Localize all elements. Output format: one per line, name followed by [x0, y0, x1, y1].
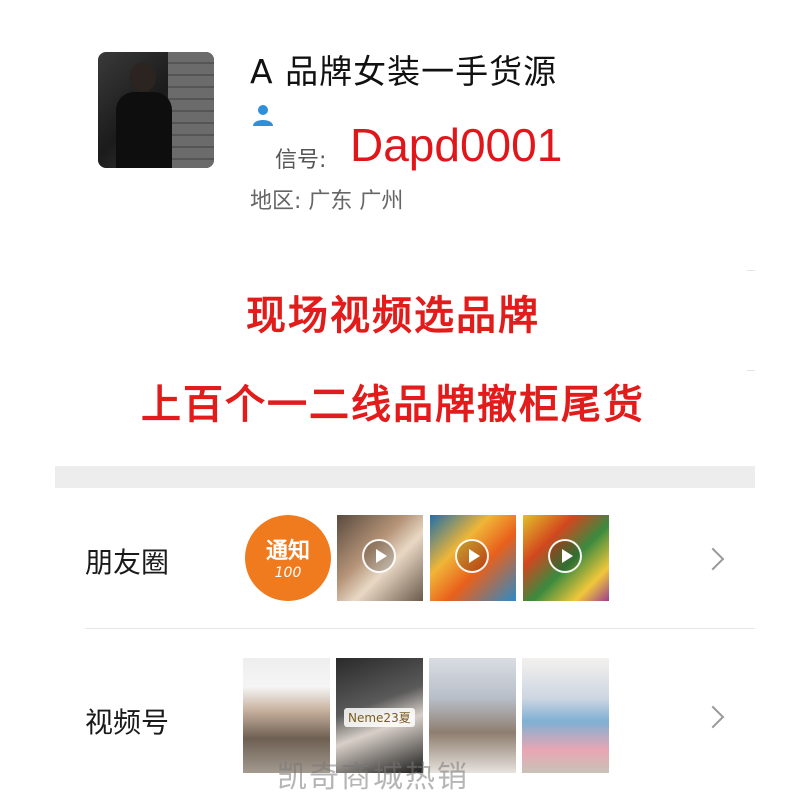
play-icon	[548, 539, 582, 573]
avatar-head	[130, 62, 156, 92]
avatar-body	[116, 92, 172, 168]
moments-row[interactable]: 朋友圈 通知 100	[55, 488, 755, 628]
region-label: 地区:	[250, 189, 302, 214]
avatar[interactable]	[98, 52, 214, 168]
moments-video-thumb[interactable]	[523, 515, 609, 601]
moments-video-thumb[interactable]	[430, 515, 516, 601]
wechat-id-value[interactable]: Dapd0001	[350, 118, 562, 172]
profile-name: A 品牌女装一手货源	[250, 52, 558, 91]
moments-video-thumb[interactable]	[337, 515, 423, 601]
section-separator	[55, 466, 755, 488]
channel-video-thumb[interactable]	[522, 658, 609, 773]
region-value: 广东 广州	[308, 189, 404, 214]
notice-badge: 通知 100	[245, 515, 331, 601]
wechat-id-label: 信号:	[275, 148, 327, 173]
watermark-text: 凯奇商城热销	[277, 760, 469, 795]
profile-card: A 品牌女装一手货源 信号: Dapd0001 地区: 广东 广州	[0, 0, 800, 250]
notice-text: 通知	[265, 539, 310, 564]
edge-divider	[747, 370, 755, 371]
channels-label: 视频号	[85, 706, 170, 739]
moments-label: 朋友圈	[85, 546, 170, 579]
slogan-line-1: 现场视频选品牌	[246, 293, 540, 339]
avatar-wall	[168, 52, 214, 168]
slogan-line-2: 上百个一二线品牌撤柜尾货	[141, 382, 645, 428]
play-icon	[455, 539, 489, 573]
play-icon	[362, 539, 396, 573]
thumb-tag-text: Neme23夏	[344, 708, 415, 727]
person-icon	[253, 105, 273, 126]
chevron-right-icon[interactable]	[701, 547, 725, 571]
region-text: 地区: 广东 广州	[250, 183, 403, 215]
edge-divider	[747, 270, 755, 271]
notice-number: 100	[274, 565, 302, 581]
chevron-right-icon[interactable]	[701, 705, 725, 729]
